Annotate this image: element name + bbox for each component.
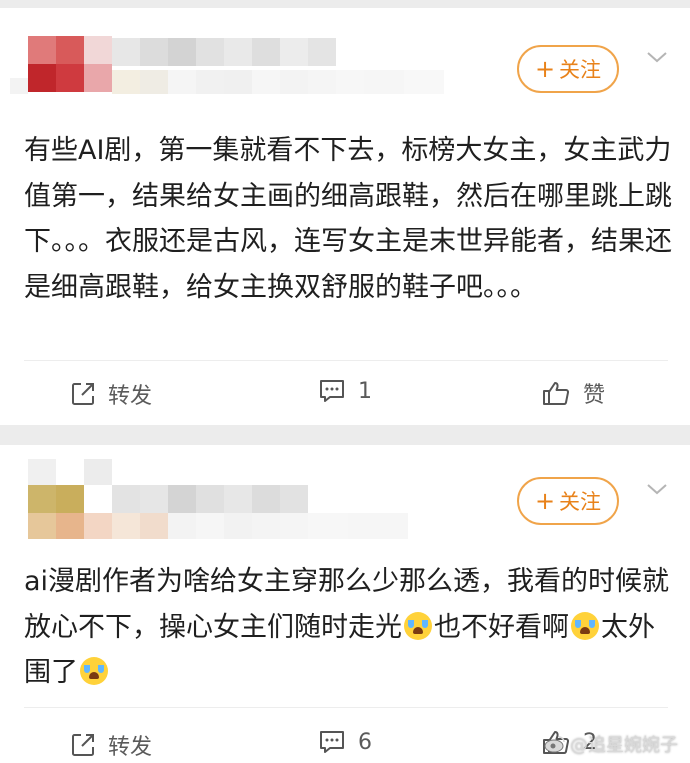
mosaic-block: [10, 78, 28, 94]
follow-label: 关注: [559, 58, 602, 82]
like-icon: [543, 382, 570, 405]
top-separator: [0, 0, 690, 8]
mosaic-block: [252, 513, 280, 539]
mosaic-block: [280, 70, 308, 94]
mosaic-block: [196, 485, 224, 513]
post-text: 有些AI剧，第一集就看不下去，标榜大女主，女主武力值第一，结果给女主画的细高跟鞋…: [24, 135, 672, 303]
mosaic-block: [84, 36, 112, 64]
mosaic-block: [28, 485, 56, 513]
mosaic-block: [140, 485, 168, 513]
blurred-user-header: [0, 445, 460, 545]
post-text: ai漫剧作者为啥给女主穿那么少那么透，我看的时候就放心不下，操心女主们随时走光也…: [24, 559, 674, 696]
mosaic-block: [280, 485, 308, 513]
mosaic-block: [112, 485, 140, 513]
mosaic-block: [28, 459, 56, 485]
mosaic-block: [224, 70, 252, 94]
repost-icon: [72, 734, 94, 756]
crying-emoji-icon: [80, 657, 108, 685]
mosaic-block: [404, 70, 444, 94]
mosaic-block: [56, 513, 84, 539]
plus-icon: +: [534, 55, 556, 83]
watermark: @追星婉婉子: [544, 731, 678, 757]
mosaic-block: [112, 70, 140, 94]
mosaic-block: [364, 70, 404, 94]
comment-count: 6: [358, 729, 372, 755]
plus-icon: +: [534, 487, 556, 515]
mosaic-block: [140, 513, 168, 539]
mosaic-block: [280, 513, 308, 539]
chevron-down-icon[interactable]: [646, 478, 668, 500]
mosaic-block: [252, 70, 280, 94]
mosaic-block: [252, 38, 280, 66]
mosaic-block: [308, 38, 336, 66]
mosaic-block: [280, 38, 308, 66]
follow-label: 关注: [559, 490, 602, 514]
mosaic-block: [112, 513, 140, 539]
crying-emoji-icon: [404, 611, 432, 640]
comment-button[interactable]: 1: [318, 378, 372, 404]
mosaic-block: [224, 485, 252, 513]
mosaic-block: [196, 38, 224, 66]
divider: [24, 360, 668, 361]
comment-count: 1: [358, 378, 372, 404]
comment-icon: [320, 380, 344, 402]
mosaic-block: [168, 38, 196, 66]
mosaic-block: [308, 70, 336, 94]
mosaic-block: [252, 485, 280, 513]
mosaic-block: [84, 64, 112, 92]
post-text-part-2: 也不好看啊: [434, 611, 569, 643]
mosaic-block: [140, 38, 168, 66]
follow-button[interactable]: + 关注: [517, 477, 619, 525]
mosaic-block: [112, 38, 140, 66]
mosaic-block: [84, 459, 112, 485]
mosaic-block: [224, 513, 252, 539]
weibo-logo-icon: [544, 736, 565, 753]
post-card-2: + 关注 ai漫剧作者为啥给女主穿那么少那么透，我看的时候就放心不下，操心女主们…: [0, 445, 690, 763]
mosaic-block: [196, 513, 224, 539]
mosaic-block: [168, 485, 196, 513]
divider: [24, 707, 668, 708]
repost-button[interactable]: 转发: [70, 729, 152, 761]
comment-icon: [320, 731, 344, 753]
mosaic-block: [336, 70, 364, 94]
mosaic-block: [224, 38, 252, 66]
watermark-text: @追星婉婉子: [570, 735, 678, 756]
post-card-1: + 关注 有些AI剧，第一集就看不下去，标榜大女主，女主武力值第一，结果给女主画…: [0, 8, 690, 425]
repost-button[interactable]: 转发: [70, 378, 152, 410]
mosaic-block: [28, 64, 56, 92]
mosaic-block: [56, 485, 84, 513]
mosaic-block: [84, 513, 112, 539]
follow-button[interactable]: + 关注: [517, 45, 619, 93]
mosaic-block: [56, 36, 84, 64]
like-button[interactable]: 赞: [541, 377, 605, 409]
mosaic-block: [196, 70, 224, 94]
mosaic-block: [56, 64, 84, 92]
mosaic-block: [308, 513, 348, 539]
crying-emoji-icon: [571, 611, 599, 640]
mosaic-block: [28, 513, 56, 539]
repost-label: 转发: [108, 735, 153, 760]
blurred-user-header: [0, 8, 460, 108]
comment-button[interactable]: 6: [318, 729, 372, 755]
mosaic-block: [140, 70, 168, 94]
mosaic-block: [348, 513, 408, 539]
repost-label: 转发: [108, 384, 153, 409]
mosaic-block: [28, 36, 56, 64]
like-label: 赞: [583, 383, 606, 408]
chevron-down-icon[interactable]: [646, 46, 668, 68]
mosaic-block: [168, 70, 196, 94]
repost-icon: [72, 383, 94, 405]
mosaic-block: [168, 513, 196, 539]
card-separator: [0, 425, 690, 445]
